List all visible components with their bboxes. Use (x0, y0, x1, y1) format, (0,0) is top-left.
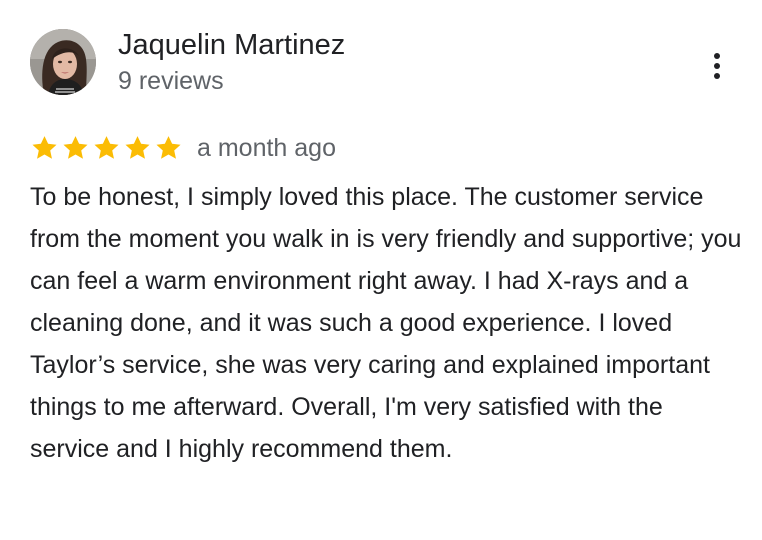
review-count[interactable]: 9 reviews (118, 66, 224, 96)
star-icon (94, 136, 119, 159)
review-card: Jaquelin Martinez 9 reviews a month ago … (0, 0, 762, 540)
review-date: a month ago (197, 134, 336, 162)
review-text: To be honest, I simply loved this place.… (30, 183, 742, 463)
star-icon (125, 136, 150, 159)
avatar[interactable] (30, 29, 96, 95)
star-icon (63, 136, 88, 159)
star-icon (32, 136, 57, 159)
more-options-button[interactable] (702, 46, 732, 86)
reviewer-name[interactable]: Jaquelin Martinez (118, 28, 345, 62)
rating-row: a month ago (30, 130, 336, 166)
star-rating (30, 134, 183, 162)
user-avatar-photo (30, 29, 96, 95)
star-icon (156, 136, 181, 159)
more-vert-icon (714, 53, 720, 79)
